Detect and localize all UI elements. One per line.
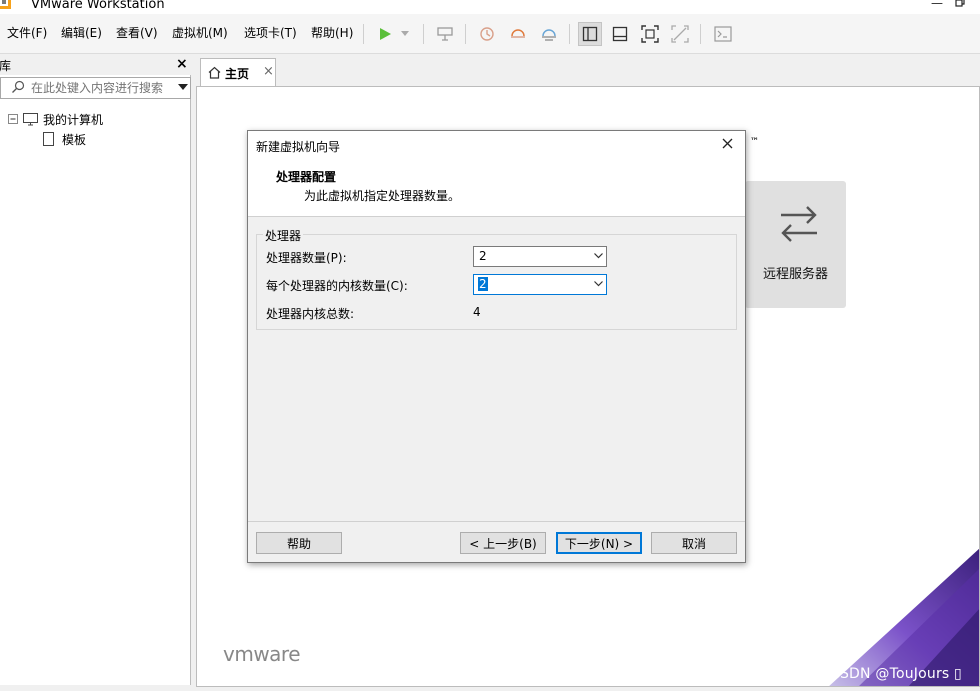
full-screen-icon: [641, 25, 659, 43]
toolbar-separator: [700, 24, 701, 44]
network-icon: [437, 27, 453, 41]
play-icon: [380, 28, 391, 40]
group-label: 处理器: [263, 227, 304, 244]
menu-help[interactable]: 帮助(H): [311, 25, 353, 41]
tree-item-templates[interactable]: 模板: [43, 130, 86, 148]
search-input[interactable]: [31, 80, 171, 96]
cancel-button[interactable]: 取消: [651, 532, 737, 554]
search-icon: [12, 80, 25, 93]
console-view-button[interactable]: [711, 22, 735, 46]
tab-label: 主页: [225, 67, 250, 81]
unity-icon: [671, 25, 689, 43]
restore-icon: [955, 0, 965, 7]
chevron-down-icon: [594, 253, 603, 259]
template-icon: [43, 132, 54, 146]
processor-group: 处理器 处理器数量(P): 2 每个处理器的内核数量(C): 2 处理器内核总数…: [256, 227, 737, 330]
library-title: 库: [0, 59, 12, 73]
snapshot-button[interactable]: [475, 22, 499, 46]
next-button[interactable]: 下一步(N) >: [556, 532, 642, 554]
connect-remote-server-card[interactable]: 远程服务器: [745, 181, 846, 308]
menu-vm[interactable]: 虚拟机(M): [172, 25, 228, 41]
library-header: 库 ×: [0, 55, 191, 75]
computer-icon: [23, 112, 38, 125]
button-separator: [248, 521, 745, 522]
trademark-mark: ™: [750, 137, 759, 147]
processors-select[interactable]: 2: [473, 246, 607, 267]
thumbnail-bar-button[interactable]: [608, 22, 632, 46]
new-vm-wizard-dialog: 新建虚拟机向导 处理器配置 为此虚拟机指定处理器数量。 处理器 处理器数量(P)…: [247, 130, 746, 563]
thumbnail-bar-icon: [612, 26, 628, 42]
chevron-down-icon[interactable]: [178, 84, 188, 90]
collapse-icon[interactable]: [8, 114, 18, 124]
show-library-button[interactable]: [578, 22, 602, 46]
chevron-down-icon: [594, 281, 603, 287]
revert-snapshot-button[interactable]: [506, 22, 530, 46]
swap-arrows-icon: [781, 206, 817, 242]
total-cores-label: 处理器内核总数:: [266, 307, 355, 321]
toolbar-separator: [363, 24, 364, 44]
menu-file[interactable]: 文件(F): [7, 25, 47, 41]
tree-label: 模板: [62, 132, 87, 147]
menu-toolbar: 文件(F) 编辑(E) 查看(V) 虚拟机(M) 选项卡(T) 帮助(H): [0, 14, 980, 54]
remote-server-label: 远程服务器: [762, 267, 828, 282]
unity-button[interactable]: [668, 22, 692, 46]
cores-per-processor-select[interactable]: 2: [473, 274, 607, 295]
processors-label: 处理器数量(P):: [266, 251, 347, 265]
vmware-app-icon: [0, 0, 11, 9]
window-titlebar: VMware Workstation —: [0, 0, 980, 14]
power-dropdown[interactable]: [397, 22, 413, 46]
full-screen-button[interactable]: [638, 22, 662, 46]
toolbar-separator: [465, 24, 466, 44]
snapshot-manager-button[interactable]: [537, 22, 561, 46]
dialog-close-button[interactable]: [722, 135, 733, 153]
snapshot-manager-icon: [542, 29, 556, 41]
send-ctrl-alt-del-button[interactable]: [433, 22, 457, 46]
menu-view[interactable]: 查看(V): [116, 25, 158, 41]
dialog-header: 新建虚拟机向导 处理器配置 为此虚拟机指定处理器数量。: [248, 131, 745, 217]
close-icon: [722, 138, 733, 149]
watermark-text: CSDN @TouJours ▯: [830, 666, 962, 682]
home-icon: [208, 66, 221, 79]
close-tab-button[interactable]: ×: [263, 64, 274, 79]
tab-strip: 主页 ×: [196, 55, 980, 87]
vmware-logo: vmware: [223, 642, 301, 666]
cores-value: 2: [478, 277, 488, 291]
tree-item-my-computer[interactable]: 我的计算机: [8, 110, 103, 128]
power-on-button[interactable]: [373, 22, 397, 46]
menu-edit[interactable]: 编辑(E): [61, 25, 102, 41]
tree-label: 我的计算机: [43, 112, 104, 127]
help-button[interactable]: 帮助: [256, 532, 342, 554]
cores-label: 每个处理器的内核数量(C):: [266, 279, 408, 293]
processors-value: 2: [479, 249, 487, 263]
terminal-icon: [714, 26, 732, 42]
dialog-step-title: 处理器配置: [276, 170, 337, 184]
chevron-down-icon: [401, 31, 409, 36]
dialog-step-description: 为此虚拟机指定处理器数量。: [304, 189, 461, 203]
library-panel: 库 × 我的计算机 模板: [0, 55, 191, 685]
back-button[interactable]: < 上一步(B): [460, 532, 546, 554]
restore-button[interactable]: [955, 0, 965, 10]
window-title: VMware Workstation: [31, 0, 165, 12]
dialog-title: 新建虚拟机向导: [256, 140, 341, 154]
library-search: [0, 77, 191, 99]
toolbar-separator: [423, 24, 424, 44]
menu-tabs[interactable]: 选项卡(T): [244, 25, 297, 41]
close-library-button[interactable]: ×: [176, 56, 188, 72]
snapshot-icon: [480, 27, 494, 41]
library-panel-icon: [582, 26, 598, 42]
revert-snapshot-icon: [511, 29, 525, 38]
total-cores-value: 4: [473, 305, 481, 319]
minimize-button[interactable]: —: [931, 0, 943, 10]
toolbar-separator: [569, 24, 570, 44]
tab-home[interactable]: 主页 ×: [200, 58, 276, 86]
